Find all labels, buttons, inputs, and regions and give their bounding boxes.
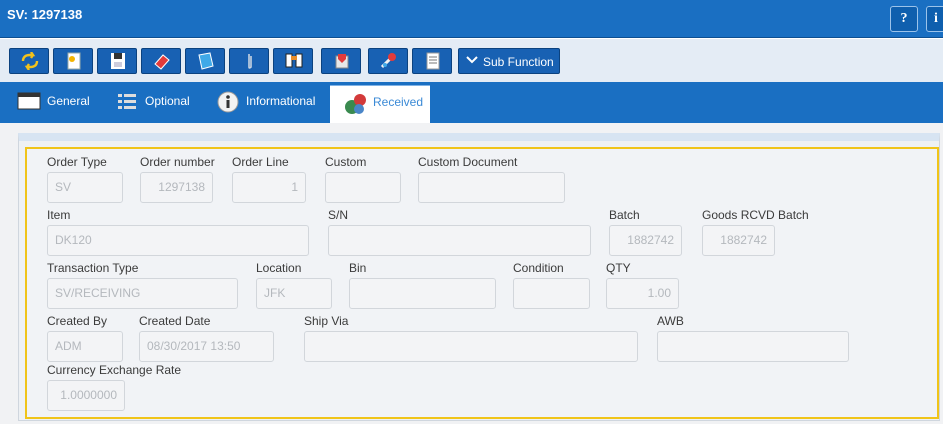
currency-exchange-rate-field[interactable]: 1.0000000 [47,380,125,411]
tools-icon [380,53,396,69]
goods-rcvd-batch-label: Goods RCVD Batch [702,208,809,222]
order-number-field[interactable]: 1297138 [140,172,213,203]
received-panel: Order Type SV Order number 1297138 Order… [18,133,940,421]
book-button[interactable] [185,48,225,74]
order-line-label: Order Line [232,155,289,169]
report-icon [426,52,440,70]
export-icon [335,54,349,69]
order-number-label: Order number [140,155,215,169]
save-icon [111,53,125,69]
toolbar: Sub Function [0,39,943,82]
order-type-label: Order Type [47,155,107,169]
list-icon [118,94,136,109]
tab-informational[interactable]: Informational [216,85,326,123]
sub-function-button[interactable]: Sub Function [458,48,560,74]
custom-field[interactable] [325,172,401,203]
item-label: Item [47,208,71,222]
goods-rcvd-batch-field[interactable]: 1882742 [702,225,775,256]
help-button[interactable]: ? [890,6,918,32]
currency-exchange-rate-label: Currency Exchange Rate [47,363,182,377]
location-field[interactable]: JFK [256,278,332,309]
window-icon [17,92,41,110]
qty-label: QTY [606,261,631,275]
custom-document-label: Custom Document [418,155,518,169]
export-button[interactable] [321,48,361,74]
content-area: Order Type SV Order number 1297138 Order… [0,123,943,424]
transaction-type-field[interactable]: SV/RECEIVING [47,278,238,309]
ship-via-label: Ship Via [304,314,349,328]
window-title: SV: 1297138 [7,7,83,22]
info-button[interactable]: i [926,6,943,32]
sn-label: S/N [328,208,349,222]
tab-received[interactable]: Received [330,85,430,123]
sub-function-label: Sub Function [483,55,554,69]
location-label: Location [256,261,302,275]
save-button[interactable] [97,48,137,74]
eraser-icon [154,54,170,70]
refresh-button[interactable] [9,48,49,74]
created-date-field[interactable]: 08/30/2017 13:50 [139,331,274,362]
awb-field[interactable] [657,331,849,362]
tab-general[interactable]: General [17,85,107,123]
binoculars-button[interactable] [273,48,313,74]
created-by-field[interactable]: ADM [47,331,123,362]
received-form: Order Type SV Order number 1297138 Order… [25,147,939,419]
new-document-button[interactable] [53,48,93,74]
custom-document-field[interactable] [418,172,565,203]
tab-received-label: Received [373,95,424,109]
eraser-button[interactable] [141,48,181,74]
awb-label: AWB [657,314,684,328]
attach-icon [248,54,252,69]
bin-label: Bin [349,261,367,275]
book-icon [198,52,214,70]
tools-button[interactable] [368,48,408,74]
tab-informational-label: Informational [246,94,316,108]
order-line-field[interactable]: 1 [232,172,306,203]
batch-label: Batch [609,208,640,222]
sn-field[interactable] [328,225,591,256]
order-type-field[interactable]: SV [47,172,123,203]
custom-label: Custom [325,155,367,169]
condition-label: Condition [513,261,564,275]
title-bar: SV: 1297138 ? i [0,0,943,38]
transaction-type-label: Transaction Type [47,261,139,275]
bin-field[interactable] [349,278,496,309]
tab-bar: General Optional Informational Received [0,82,943,123]
created-by-label: Created By [47,314,108,328]
condition-field[interactable] [513,278,590,309]
report-button[interactable] [412,48,452,74]
refresh-icon [21,52,39,70]
tab-optional-label: Optional [145,94,190,108]
created-date-label: Created Date [139,314,211,328]
tab-optional[interactable]: Optional [116,85,206,123]
info-icon [217,91,239,113]
binoculars-icon [285,53,303,68]
tab-general-label: General [47,94,90,108]
ship-via-field[interactable] [304,331,638,362]
qty-field[interactable]: 1.00 [606,278,679,309]
new-document-icon [67,52,81,70]
received-icon [345,94,366,114]
attach-button[interactable] [229,48,269,74]
chevron-down-icon [466,56,478,64]
batch-field[interactable]: 1882742 [609,225,682,256]
item-field[interactable]: DK120 [47,225,309,256]
